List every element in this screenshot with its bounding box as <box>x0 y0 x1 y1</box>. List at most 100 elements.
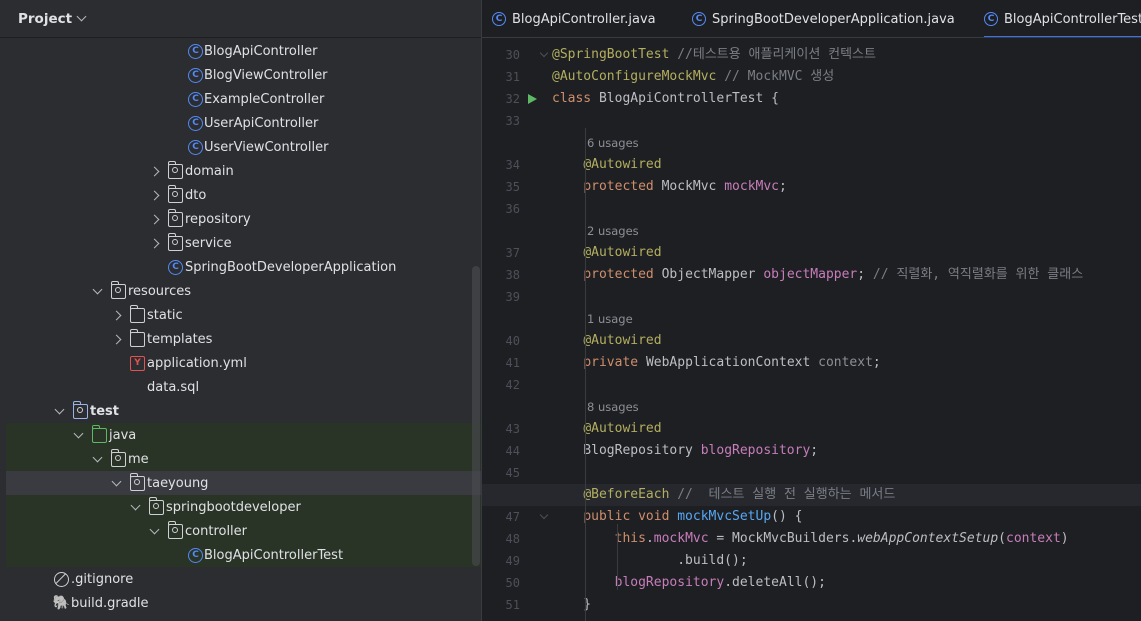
code-line[interactable]: private WebApplicationContext context; <box>552 352 1141 374</box>
tree-item[interactable]: C ExampleController <box>6 87 481 111</box>
tree-item[interactable]: C BlogApiControllerTest <box>6 543 481 567</box>
usages-hint[interactable]: 8 usages <box>587 400 639 414</box>
code-line[interactable]: protected ObjectMapper objectMapper; // … <box>552 264 1141 286</box>
tree-item[interactable]: C UserApiController <box>6 111 481 135</box>
tree-item-label: data.sql <box>147 379 200 395</box>
tree-item[interactable]: data.sql <box>6 375 481 399</box>
tree-item-label: static <box>147 307 183 323</box>
code-line[interactable]: BlogRepository blogRepository; <box>552 440 1141 462</box>
code-line[interactable]: @Autowired <box>552 418 1141 440</box>
line-number: 37 <box>505 246 520 260</box>
tree-item[interactable]: dto <box>6 183 481 207</box>
tree-item[interactable]: Yapplication.yml <box>6 351 481 375</box>
code-token: webAppContextSetup <box>857 531 999 546</box>
usages-hint[interactable]: 1 usage <box>587 312 633 326</box>
code-line[interactable]: @BeforeEach // 테스트 실행 전 실행하는 메서드 <box>482 484 1141 506</box>
code-line[interactable]: public void mockMvcSetUp() { <box>552 506 1141 528</box>
project-panel-header[interactable]: Project <box>0 0 481 38</box>
resources-folder-icon <box>110 280 126 299</box>
tree-item-label: service <box>185 235 232 251</box>
chevron-down-icon[interactable] <box>72 429 84 441</box>
usages-hint[interactable]: 2 usages <box>587 224 639 238</box>
code-line[interactable]: .build(); <box>552 550 1141 572</box>
code-line[interactable]: @Autowired <box>552 242 1141 264</box>
code-line[interactable]: blogRepository.deleteAll(); <box>552 572 1141 594</box>
code-line[interactable]: } <box>552 594 1141 616</box>
tree-item[interactable]: java <box>6 423 481 447</box>
code-line[interactable] <box>552 374 1141 396</box>
line-number: 43 <box>505 422 520 436</box>
gradle-icon: 🐘 <box>52 595 71 611</box>
chevron-right-icon[interactable] <box>110 333 122 345</box>
tree-item[interactable]: service <box>6 231 481 255</box>
code-line[interactable] <box>552 286 1141 308</box>
tree-item[interactable]: C BlogApiController <box>6 39 481 63</box>
chevron-down-icon[interactable] <box>129 501 141 513</box>
tree-item-label: test <box>90 403 119 419</box>
tree-item[interactable]: domain <box>6 159 481 183</box>
chevron-down-icon[interactable] <box>110 477 122 489</box>
chevron-down-icon[interactable] <box>91 453 103 465</box>
run-test-icon[interactable] <box>528 94 537 104</box>
tree-item[interactable]: templates <box>6 327 481 351</box>
chevron-right-icon[interactable] <box>148 189 160 201</box>
line-number: 45 <box>505 466 520 480</box>
tree-item[interactable]: .gitignore <box>6 567 481 591</box>
fold-icon[interactable] <box>539 510 549 520</box>
tree-item-label: springbootdeveloper <box>166 499 301 515</box>
tree-item-label: BlogViewController <box>204 67 328 83</box>
chevron-right-icon[interactable] <box>148 165 160 177</box>
editor-tab[interactable]: C BlogApiController.java <box>492 0 656 37</box>
chevron-down-icon[interactable] <box>91 285 103 297</box>
tree-item[interactable]: repository <box>6 207 481 231</box>
code-line[interactable] <box>552 462 1141 484</box>
code-line[interactable]: @SpringBootTest //테스트용 애플리케이션 컨텍스트 <box>552 44 1141 66</box>
tree-item[interactable]: resources <box>6 279 481 303</box>
tree-item[interactable]: taeyoung <box>6 471 481 495</box>
test-module-icon <box>72 400 88 419</box>
code-line[interactable] <box>552 110 1141 132</box>
code-line[interactable]: @Autowired <box>552 330 1141 352</box>
code-area[interactable]: @SpringBootTest //테스트용 애플리케이션 컨텍스트 @AutoC… <box>482 40 1141 621</box>
tree-item[interactable]: me <box>6 447 481 471</box>
tree-item[interactable]: test <box>6 399 481 423</box>
tree-item[interactable]: C BlogViewController <box>6 63 481 87</box>
chevron-right-icon[interactable] <box>110 309 122 321</box>
chevron-down-icon[interactable] <box>53 405 65 417</box>
code-line[interactable]: @AutoConfigureMockMvc // MockMVC 생성 <box>552 66 1141 88</box>
code-line[interactable]: class BlogApiControllerTest { <box>552 88 1141 110</box>
tree-item[interactable]: 🐘 build.gradle <box>6 591 481 615</box>
code-token: ; <box>857 267 873 282</box>
tree-item[interactable]: static <box>6 303 481 327</box>
code-editor[interactable]: C BlogApiController.java C SpringBootDevelo… <box>481 0 1141 621</box>
code-token: ; <box>779 179 787 194</box>
chevron-right-icon[interactable] <box>148 237 160 249</box>
usages-hint[interactable]: 6 usages <box>587 136 639 150</box>
tree-item[interactable]: C SpringBootDeveloperApplication <box>6 255 481 279</box>
editor-tab[interactable]: C BlogApiControllerTest <box>984 0 1141 37</box>
code-line[interactable]: this.mockMvc = MockMvcBuilders.webAppCon… <box>552 528 1141 550</box>
chevron-right-icon[interactable] <box>148 213 160 225</box>
tree-item[interactable]: C UserViewController <box>6 135 481 159</box>
fold-icon[interactable] <box>539 48 549 58</box>
tree-item[interactable]: springbootdeveloper <box>6 495 481 519</box>
code-line[interactable] <box>552 198 1141 220</box>
class-icon: C <box>692 12 706 26</box>
code-token: context <box>1006 531 1061 546</box>
line-number: 35 <box>505 180 520 194</box>
line-number: 47 <box>505 510 520 524</box>
code-token: public void <box>583 509 678 524</box>
code-line[interactable]: @Autowired <box>552 154 1141 176</box>
project-scrollbar[interactable] <box>472 266 480 566</box>
code-line[interactable]: protected MockMvc mockMvc; <box>552 176 1141 198</box>
code-token: . <box>645 531 654 546</box>
chevron-down-icon[interactable] <box>76 11 87 22</box>
tree-item[interactable]: controller <box>6 519 481 543</box>
code-token: protected <box>583 267 662 282</box>
line-number: 30 <box>505 48 520 62</box>
chevron-down-icon[interactable] <box>148 525 160 537</box>
editor-tab[interactable]: C SpringBootDeveloperApplication.java <box>692 0 955 37</box>
